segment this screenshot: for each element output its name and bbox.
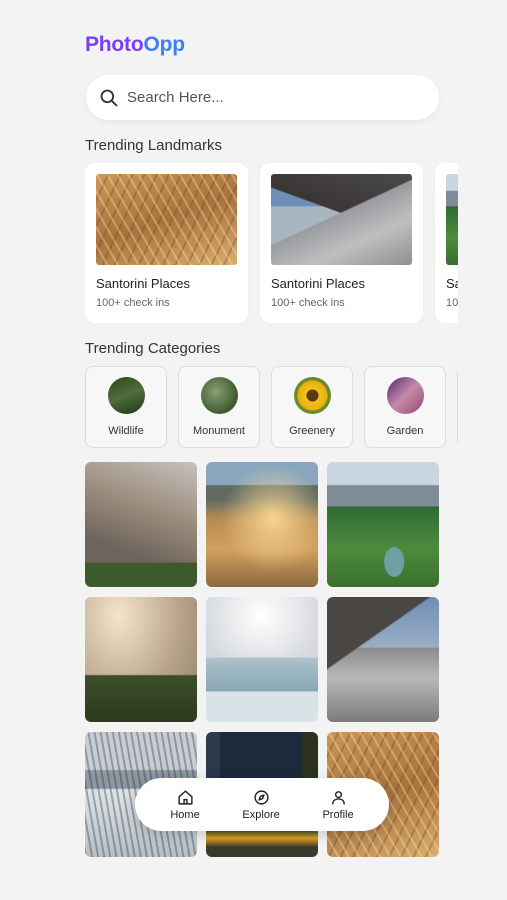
nav-home[interactable]: Home: [170, 789, 200, 821]
landmark-image: [96, 174, 237, 265]
landmarks-carousel[interactable]: Santorini Places 100+ check ins Santorin…: [85, 163, 458, 323]
compass-icon: [253, 789, 269, 805]
photo-tile[interactable]: [85, 462, 197, 587]
trending-categories-title: Trending Categories: [85, 340, 221, 357]
landmark-title: Sa: [446, 276, 458, 291]
landmark-card[interactable]: Sa 100: [435, 163, 458, 323]
search-icon: [100, 89, 118, 106]
nav-home-label: Home: [170, 808, 200, 821]
category-label: Greenery: [289, 425, 335, 437]
nav-profile-label: Profile: [322, 808, 354, 821]
nav-profile[interactable]: Profile: [322, 789, 354, 821]
category-image: [293, 377, 331, 414]
user-icon: [331, 790, 345, 805]
category-card-garden[interactable]: Garden: [364, 366, 446, 448]
category-label: Garden: [386, 425, 424, 437]
category-image: [107, 377, 145, 414]
landmark-image: [446, 174, 458, 265]
landmark-card[interactable]: Santorini Places 100+ check ins: [260, 163, 423, 323]
landmark-checkins: 100+ check ins: [271, 297, 345, 309]
bottom-nav: Home Explore Profile: [135, 778, 389, 831]
photo-tile[interactable]: [327, 597, 439, 722]
category-card-wildlife[interactable]: Wildlife: [85, 366, 167, 448]
categories-carousel[interactable]: Wildlife Monument Greenery Garden: [85, 366, 458, 448]
category-card-partial[interactable]: [457, 366, 458, 448]
landmark-checkins: 100+ check ins: [96, 297, 170, 309]
logo-text-photo: Photo: [85, 33, 144, 56]
landmark-title: Santorini Places: [271, 276, 365, 291]
landmark-image: [271, 174, 412, 265]
home-icon: [177, 789, 193, 805]
nav-explore[interactable]: Explore: [242, 789, 280, 821]
landmark-title: Santorini Places: [96, 276, 190, 291]
category-card-monument[interactable]: Monument: [178, 366, 260, 448]
photo-tile[interactable]: [327, 462, 439, 587]
trending-landmarks-title: Trending Landmarks: [85, 137, 223, 154]
category-image: [200, 377, 238, 414]
photo-tile[interactable]: [206, 462, 318, 587]
logo-text-opp: Opp: [143, 33, 185, 56]
photo-tile[interactable]: [206, 597, 318, 722]
category-label: Wildlife: [108, 425, 144, 437]
nav-explore-label: Explore: [242, 808, 280, 821]
category-label: Monument: [193, 425, 245, 437]
category-card-greenery[interactable]: Greenery: [271, 366, 353, 448]
landmark-checkins: 100: [446, 297, 458, 309]
app-screen: PhotoOpp Trending Landmarks Santorini Pl…: [0, 0, 507, 900]
app-logo: PhotoOpp: [85, 33, 185, 57]
category-image: [386, 377, 424, 414]
search-bar[interactable]: [86, 75, 439, 120]
landmark-card[interactable]: Santorini Places 100+ check ins: [85, 163, 248, 323]
search-input[interactable]: [127, 89, 407, 106]
photo-tile[interactable]: [85, 597, 197, 722]
